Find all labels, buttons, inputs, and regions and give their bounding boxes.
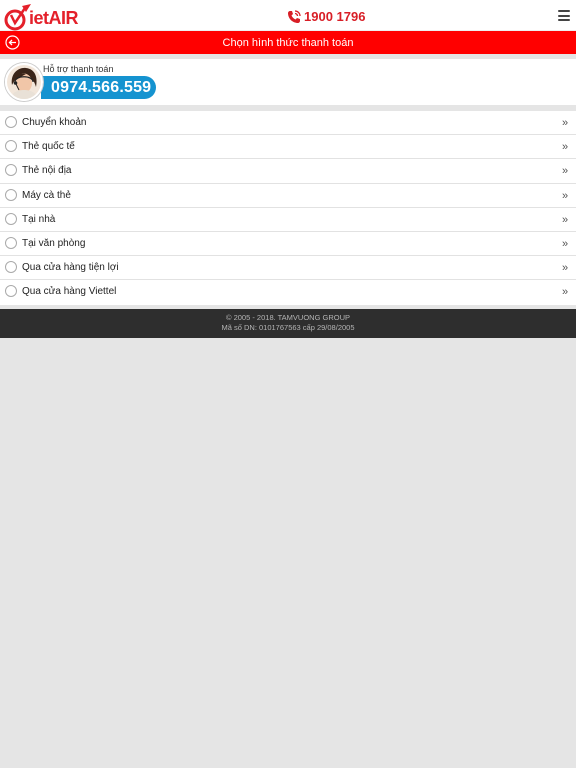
page-title: Chọn hình thức thanh toán (222, 36, 354, 49)
vietair-logo[interactable]: ietAIR (4, 2, 79, 31)
radio-button[interactable] (5, 236, 17, 249)
double-chevron-right-icon: » (562, 286, 569, 299)
hamburger-menu-icon[interactable] (558, 10, 570, 21)
footer-business-id: Mã số DN: 0101767563 cấp 29/08/2005 (221, 323, 355, 332)
payment-method-list: Chuyển khoản » Thẻ quốc tế » Thẻ nội địa… (0, 111, 576, 305)
phone-icon (288, 10, 301, 23)
header: ietAIR 1900 1796 (0, 0, 576, 31)
payment-method-label: Thẻ quốc tế (22, 141, 75, 153)
footer-copyright: © 2005 - 2018. TAMVUONG GROUP (225, 313, 351, 322)
double-chevron-right-icon: » (562, 213, 569, 226)
support-agent-avatar (5, 63, 43, 101)
payment-method-label: Tại văn phòng (22, 237, 86, 249)
radio-button[interactable] (5, 164, 17, 177)
radio-button[interactable] (5, 212, 17, 225)
payment-support-banner: Hỗ trợ thanh toán 0974.566.559 (0, 59, 576, 105)
hotline-link[interactable]: 1900 1796 (287, 9, 365, 25)
payment-method-convenience-store[interactable]: Qua cửa hàng tiện lợi » (0, 256, 576, 281)
radio-button[interactable] (5, 140, 17, 153)
double-chevron-right-icon: » (562, 117, 569, 129)
payment-method-label: Chuyển khoản (22, 117, 87, 128)
payment-method-domestic-card[interactable]: Thẻ nội địa » (0, 159, 576, 184)
payment-method-at-home[interactable]: Tại nhà » (0, 208, 576, 232)
double-chevron-right-icon: » (562, 237, 569, 250)
payment-method-bank-transfer[interactable]: Chuyển khoản » (0, 111, 576, 136)
page-titlebar: Chọn hình thức thanh toán (0, 31, 576, 54)
footer: © 2005 - 2018. TAMVUONG GROUP Mã số DN: … (0, 309, 576, 338)
payment-method-label: Tại nhà (22, 213, 56, 225)
logo-v-plane-icon (4, 4, 31, 31)
payment-method-label: Qua cửa hàng Viettel (22, 286, 117, 298)
radio-button[interactable] (5, 261, 17, 274)
radio-button[interactable] (5, 188, 17, 201)
support-label: Hỗ trợ thanh toán (43, 64, 114, 74)
payment-method-label: Qua cửa hàng tiện lợi (22, 262, 119, 274)
double-chevron-right-icon: » (562, 262, 569, 275)
support-hotline-button[interactable]: 0974.566.559 (41, 76, 156, 99)
logo-text: ietAIR (29, 8, 79, 28)
payment-method-label: Máy cà thẻ (22, 189, 71, 201)
phone-number: 1900 1796 (304, 9, 366, 24)
support-hotline-number: 0974.566.559 (51, 79, 152, 96)
double-chevron-right-icon: » (562, 165, 569, 178)
radio-button[interactable] (5, 285, 17, 298)
radio-button[interactable] (5, 116, 17, 128)
back-arrow-icon[interactable] (5, 35, 20, 50)
payment-method-label: Thẻ nội địa (22, 165, 72, 177)
double-chevron-right-icon: » (562, 141, 569, 154)
payment-method-viettel-store[interactable]: Qua cửa hàng Viettel » (0, 280, 576, 304)
double-chevron-right-icon: » (562, 189, 569, 202)
payment-method-at-office[interactable]: Tại văn phòng » (0, 232, 576, 257)
payment-method-international-card[interactable]: Thẻ quốc tế » (0, 135, 576, 160)
payment-method-card-swipe[interactable]: Máy cà thẻ » (0, 184, 576, 208)
